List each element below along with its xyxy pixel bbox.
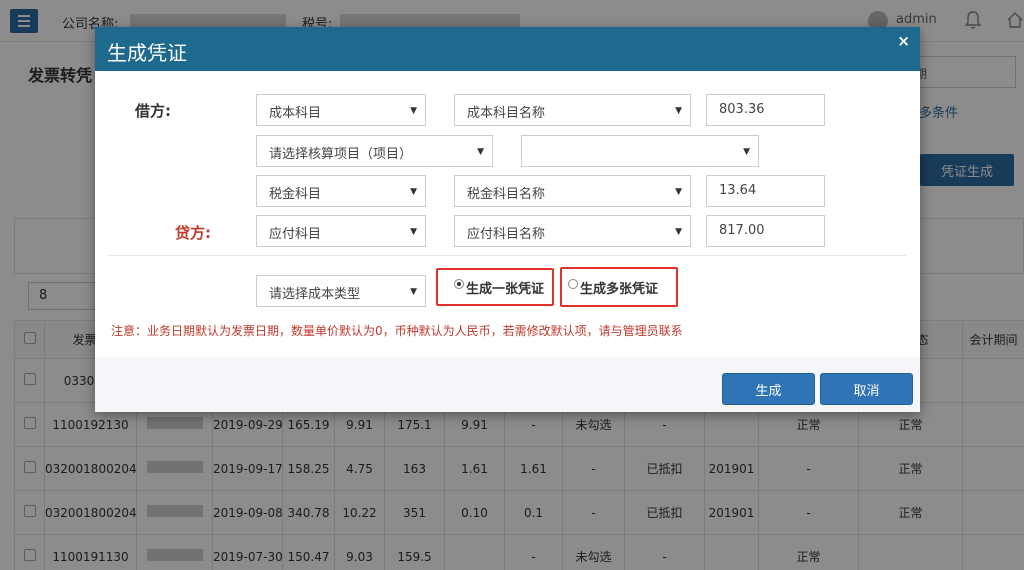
cost-subject-select[interactable]: 成本科目 ▼ (256, 94, 426, 126)
generate-button[interactable]: 生成 (722, 373, 815, 405)
multiple-voucher-label: 生成多张凭证 (580, 281, 659, 297)
cost-subject-name-select[interactable]: 成本科目名称 ▼ (454, 94, 691, 126)
tax-subject-select[interactable]: 税金科目 ▼ (256, 175, 426, 207)
cost-subject-name-value: 成本科目名称 (467, 106, 546, 121)
payable-subject-value: 应付科目 (269, 227, 322, 242)
debit-label: 借方: (135, 102, 171, 120)
cost-amount-input[interactable]: 803.36 (706, 94, 825, 126)
tax-subject-name-select[interactable]: 税金科目名称 ▼ (454, 175, 691, 207)
payable-amount-input[interactable]: 817.00 (706, 215, 825, 247)
payable-subject-name-select[interactable]: 应付科目名称 ▼ (454, 215, 691, 247)
chevron-down-icon: ▼ (410, 287, 417, 297)
chevron-down-icon: ▼ (410, 187, 417, 197)
accounting-item-detail-select[interactable]: ▼ (521, 135, 759, 167)
chevron-down-icon: ▼ (410, 106, 417, 116)
notice-text: 注意：业务日期默认为发票日期，数量单价默认为0，币种默认为人民币，若需修改默认项… (111, 324, 683, 338)
multiple-voucher-option[interactable]: 生成多张凭证 (560, 267, 678, 307)
radio-checked-icon[interactable] (454, 279, 464, 289)
radio-unchecked-icon[interactable] (568, 279, 578, 289)
accounting-item-select[interactable]: 请选择核算项目（项目） ▼ (256, 135, 493, 167)
cancel-button[interactable]: 取消 (820, 373, 913, 405)
cost-subject-value: 成本科目 (269, 106, 322, 121)
tax-amount-input[interactable]: 13.64 (706, 175, 825, 207)
single-voucher-label: 生成一张凭证 (466, 281, 545, 297)
tax-subject-name-value: 税金科目名称 (467, 187, 546, 202)
chevron-down-icon: ▼ (675, 106, 682, 116)
dialog-header: 生成凭证 × (95, 27, 920, 71)
tax-subject-value: 税金科目 (269, 187, 322, 202)
dialog-title: 生成凭证 (107, 41, 187, 65)
chevron-down-icon: ▼ (743, 147, 750, 157)
generate-voucher-dialog: 生成凭证 × 借方: 成本科目 ▼ 成本科目名称 ▼ 803.36 请选择核算项… (95, 27, 920, 412)
cost-type-select[interactable]: 请选择成本类型 ▼ (256, 275, 426, 307)
accounting-item-value: 请选择核算项目（项目） (269, 147, 413, 162)
chevron-down-icon: ▼ (477, 147, 484, 157)
divider (108, 255, 906, 256)
credit-label: 贷方: (175, 224, 211, 242)
payable-subject-name-value: 应付科目名称 (467, 227, 546, 242)
single-voucher-option[interactable]: 生成一张凭证 (436, 268, 554, 306)
chevron-down-icon: ▼ (675, 187, 682, 197)
chevron-down-icon: ▼ (675, 227, 682, 237)
cost-type-value: 请选择成本类型 (269, 287, 361, 302)
payable-subject-select[interactable]: 应付科目 ▼ (256, 215, 426, 247)
close-icon[interactable]: × (897, 32, 910, 50)
chevron-down-icon: ▼ (410, 227, 417, 237)
